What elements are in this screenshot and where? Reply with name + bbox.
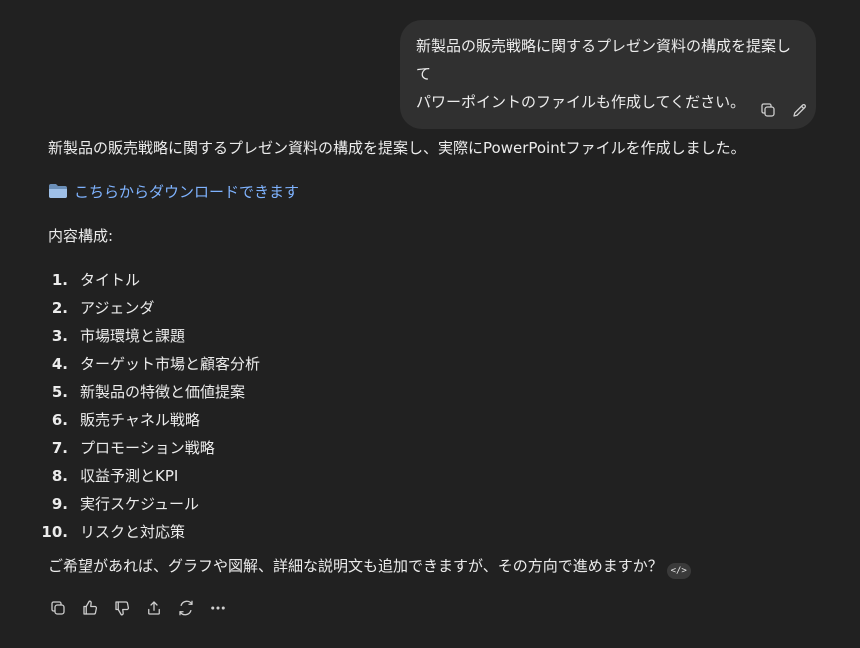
assistant-closing: ご希望があれば、グラフや図解、詳細な説明文も追加できますが、その方向で進めますか… (48, 552, 818, 580)
thumbs-down-icon[interactable] (112, 598, 132, 618)
list-item-label: 収益予測とKPI (80, 467, 179, 485)
folder-icon (48, 180, 68, 198)
user-message-bubble: 新製品の販売戦略に関するプレゼン資料の構成を提案して パワーポイントのファイルも… (400, 20, 816, 129)
list-item-number: 5. (51, 383, 68, 401)
list-item-label: タイトル (80, 271, 141, 289)
share-icon[interactable] (144, 598, 164, 618)
list-item-number: 3. (51, 327, 68, 345)
list-item-label: ターゲット市場と顧客分析 (80, 355, 261, 373)
contents-list: 1. タイトル 2. アジェンダ 3. 市場環境と課題 4. ターゲット市場と顧客分析 … (41, 266, 818, 546)
list-item: 5. 新製品の特徴と価値提案 (48, 378, 818, 406)
list-item: 3. 市場環境と課題 (48, 322, 818, 350)
list-item-label: リスクと対応策 (80, 523, 186, 541)
list-item: 4. ターゲット市場と顧客分析 (48, 350, 818, 378)
user-message-actions (758, 100, 810, 120)
list-item-number: 2. (51, 299, 68, 317)
list-item-number: 4. (51, 355, 68, 373)
list-item: 10. リスクと対応策 (41, 518, 818, 546)
list-item-label: 販売チャネル戦略 (80, 411, 200, 429)
list-item-label: 新製品の特徴と価値提案 (80, 383, 246, 401)
list-item: 8. 収益予測とKPI (48, 462, 818, 490)
copy-icon[interactable] (758, 100, 778, 120)
code-badge-icon[interactable]: </> (666, 563, 691, 579)
list-item-number: 7. (51, 439, 68, 457)
list-item-number: 6. (51, 411, 68, 429)
list-item: 9. 実行スケジュール (48, 490, 818, 518)
more-icon[interactable] (208, 598, 228, 618)
list-item-number: 9. (51, 495, 68, 513)
contents-heading: 内容構成: (48, 227, 114, 245)
edit-icon[interactable] (790, 100, 810, 120)
list-item-number: 8. (51, 467, 68, 485)
thumbs-up-icon[interactable] (80, 598, 100, 618)
list-item: 7. プロモーション戦略 (48, 434, 818, 462)
list-item-label: プロモーション戦略 (80, 439, 215, 457)
download-link[interactable]: こちらからダウンロードできます (74, 183, 299, 201)
assistant-message: 新製品の販売戦略に関するプレゼン資料の構成を提案し、実際にPowerPointフ… (41, 134, 818, 580)
closing-text: ご希望があれば、グラフや図解、詳細な説明文も追加できますが、その方向で進めますか… (48, 557, 663, 575)
copy-icon[interactable] (48, 598, 68, 618)
assistant-actions (48, 598, 228, 618)
download-row: こちらからダウンロードできます (48, 178, 818, 206)
list-item-label: 実行スケジュール (80, 495, 199, 513)
list-item-label: 市場環境と課題 (80, 327, 186, 345)
regenerate-icon[interactable] (176, 598, 196, 618)
assistant-intro: 新製品の販売戦略に関するプレゼン資料の構成を提案し、実際にPowerPointフ… (48, 139, 746, 157)
list-item-number: 1. (51, 271, 68, 289)
list-item-number: 10. (41, 523, 68, 541)
list-item: 6. 販売チャネル戦略 (48, 406, 818, 434)
list-item-label: アジェンダ (80, 299, 155, 317)
list-item: 2. アジェンダ (48, 294, 818, 322)
list-item: 1. タイトル (48, 266, 818, 294)
